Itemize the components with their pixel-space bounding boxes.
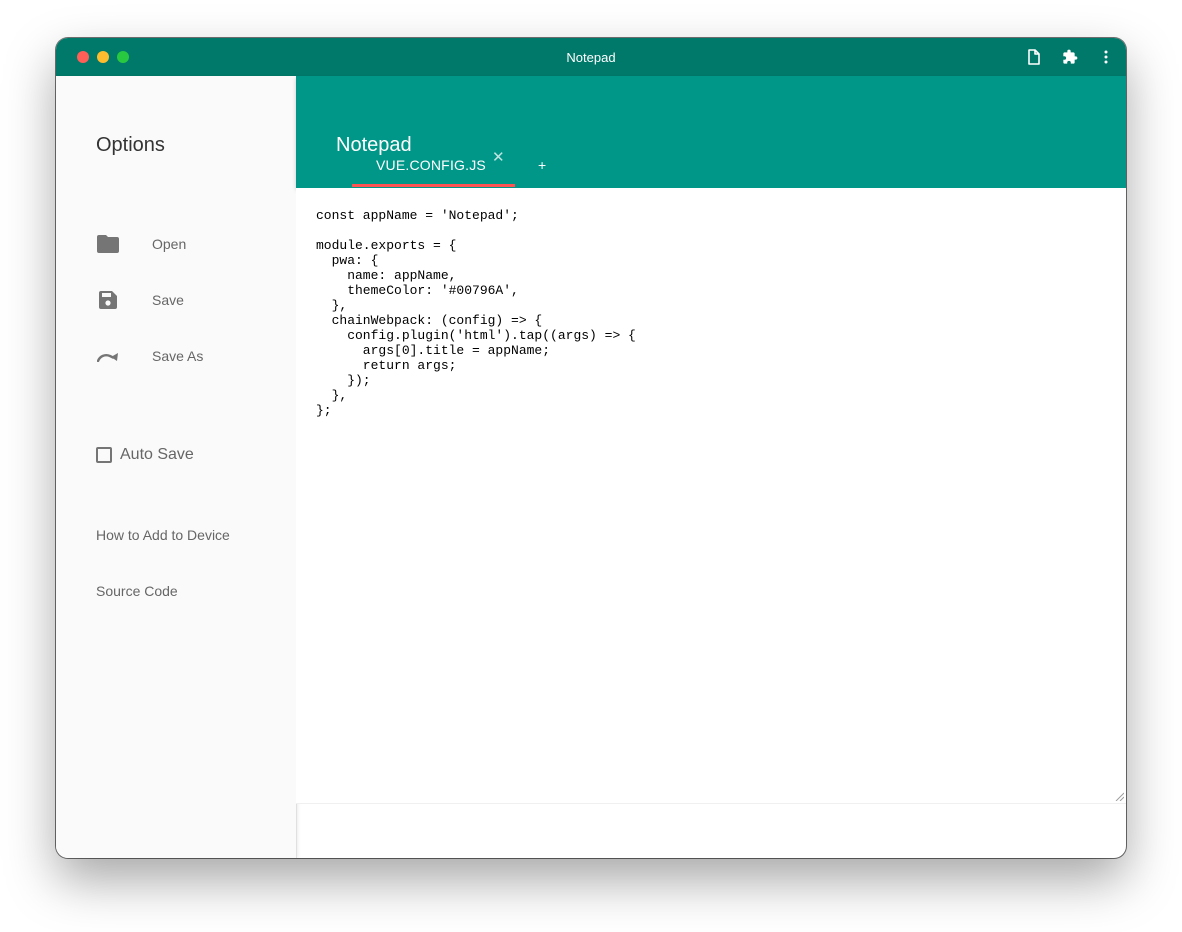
main-panel: Notepad VUE.CONFIG.JS ✕ + const appName … — [296, 76, 1126, 858]
window-controls — [77, 51, 129, 63]
folder-icon — [96, 232, 120, 256]
close-window-button[interactable] — [77, 51, 89, 63]
titlebar: Notepad — [56, 38, 1126, 76]
editor-textarea[interactable]: const appName = 'Notepad'; module.export… — [296, 188, 1126, 804]
how-to-add-link[interactable]: How to Add to Device — [96, 527, 230, 543]
app-header: Notepad VUE.CONFIG.JS ✕ + — [296, 76, 1126, 188]
app-window: Notepad Options Open Save Save As Auto S… — [56, 38, 1126, 858]
save-icon — [96, 288, 120, 312]
source-code-link[interactable]: Source Code — [96, 583, 178, 599]
tab-close-icon[interactable]: ✕ — [492, 148, 505, 166]
resize-handle-icon[interactable] — [1114, 791, 1124, 801]
titlebar-actions — [1008, 47, 1116, 67]
extension-puzzle-icon[interactable] — [1060, 47, 1080, 67]
auto-save-toggle[interactable]: Auto Save — [96, 446, 194, 464]
auto-save-checkbox[interactable] — [96, 447, 112, 463]
options-sidebar: Options Open Save Save As Auto Save How … — [56, 76, 297, 858]
maximize-window-button[interactable] — [117, 51, 129, 63]
sidebar-item-label: Save As — [152, 348, 204, 364]
new-file-icon[interactable] — [1024, 47, 1044, 67]
minimize-window-button[interactable] — [97, 51, 109, 63]
tab-label: VUE.CONFIG.JS — [376, 157, 486, 173]
more-vert-icon[interactable] — [1096, 47, 1116, 67]
sidebar-item-label: Save — [152, 292, 184, 308]
add-tab-button[interactable]: + — [538, 157, 546, 173]
active-tab-indicator — [352, 184, 515, 187]
auto-save-label: Auto Save — [120, 446, 194, 463]
sidebar-item-label: Open — [152, 236, 187, 252]
sidebar-item-save-as[interactable]: Save As — [96, 342, 276, 370]
sidebar-item-open[interactable]: Open — [96, 230, 276, 258]
editor-content: const appName = 'Notepad'; module.export… — [316, 208, 636, 418]
sidebar-title: Options — [96, 134, 165, 156]
window-title: Notepad — [566, 49, 616, 65]
sidebar-item-save[interactable]: Save — [96, 286, 276, 314]
redo-icon — [96, 344, 120, 368]
